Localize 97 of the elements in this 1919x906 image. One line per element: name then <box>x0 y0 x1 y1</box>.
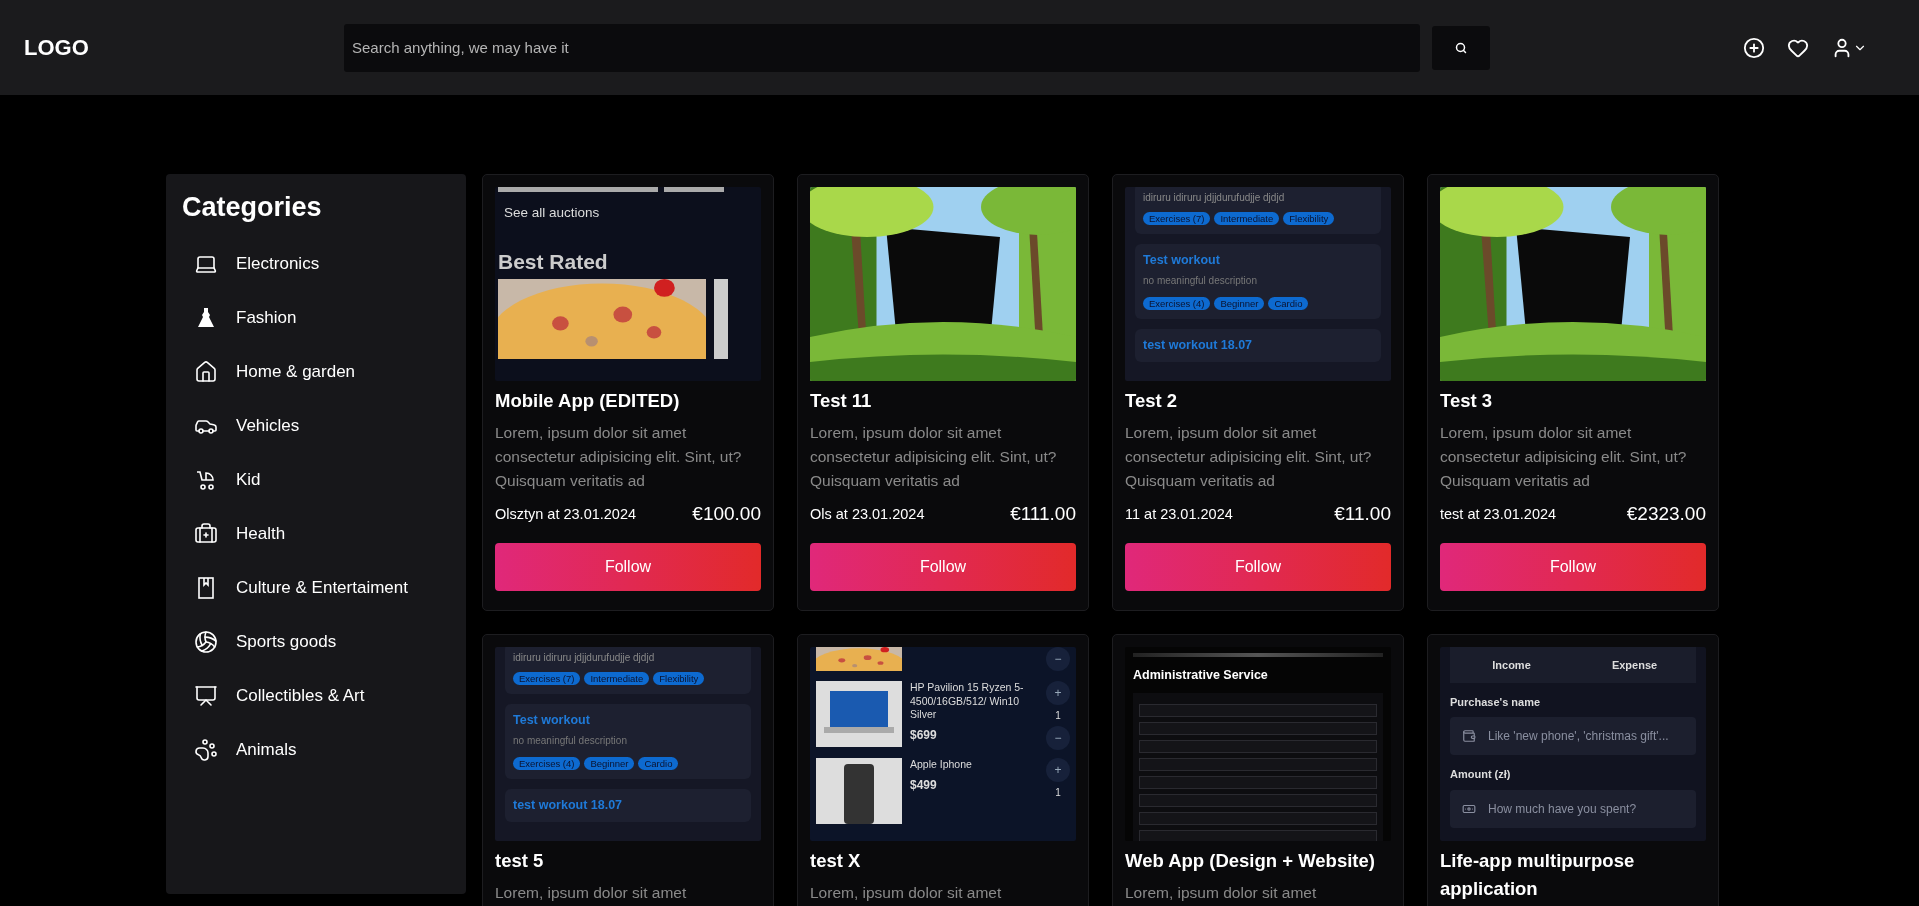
workout-title: Test workout <box>1143 252 1221 269</box>
card-title: test X <box>810 849 862 873</box>
card-title: Life-app multipurpose application <box>1440 849 1636 901</box>
tag: Exercises (4) <box>513 757 581 771</box>
minus-button[interactable]: − <box>1046 726 1070 750</box>
page-heading: Administrative Service <box>1133 667 1269 684</box>
description: no meaningful description <box>513 734 628 748</box>
tag: Flexibility <box>653 672 705 685</box>
product-name: Apple Iphone <box>910 758 973 772</box>
category-item[interactable]: Kid <box>182 453 450 507</box>
wallet-icon <box>1462 729 1476 744</box>
image-strip <box>664 187 724 192</box>
description: no meaningful description <box>1143 274 1258 288</box>
product-card[interactable]: Income Expense Purchase's name Like 'new phone', 'christmas gift'... Amount (zł) How much have you spent? Life-app multipurpose application <box>1427 634 1719 906</box>
easel-icon <box>194 684 218 708</box>
ball-icon <box>194 630 218 654</box>
card-title: Web App (Design + Website) <box>1125 849 1376 873</box>
tag: Intermediate <box>584 672 650 685</box>
location-date: test at 23.01.2024 <box>1440 506 1557 522</box>
product-card[interactable]: See all auctions Best Rated Mobile App (EDITED) Lorem, ipsum dolor sit amet consectetur adipisicing elit. Sint, ut? Quisquam veritatis ad Olsztyn at 23.01.2024 €100.00 Follow <box>482 174 774 611</box>
product-card[interactable]: Test 3 Lorem, ipsum dolor sit amet consectetur adipisicing elit. Sint, ut? Quisquam veritatis ad test at 23.01.2024 €2323.00 Follow <box>1427 174 1719 611</box>
logo[interactable]: LOGO <box>24 34 344 61</box>
category-item[interactable]: Electronics <box>182 237 450 291</box>
product-card[interactable]: idiruru idiruru jdjjdurufudjje djdjd Exercises (7) Intermediate Flexibility Test workout no meaningful description Exercises (4) Beginner Cardio test workout 18.07 test 5 Lorem, ipsum dolor sit amet <box>482 634 774 906</box>
card-title: Test 3 <box>1440 389 1494 413</box>
field-label: Amount (zł) <box>1450 767 1512 782</box>
minus-button[interactable]: − <box>1046 647 1070 671</box>
location-date: 11 at 23.01.2024 <box>1125 506 1233 522</box>
search-field[interactable]: Search anything, we may have it <box>344 23 1420 72</box>
plus-button[interactable]: + <box>1046 758 1070 782</box>
product-name: HP Pavilion 15 Ryzen 5-4500/16GB/512/ Win10 Silver <box>910 681 1025 722</box>
workout-title: test workout 18.07 <box>1143 337 1254 354</box>
category-item[interactable]: Animals <box>182 723 450 777</box>
category-item[interactable]: Collectibles & Art <box>182 669 450 723</box>
category-item[interactable]: Fashion <box>182 291 450 345</box>
house-icon <box>194 360 218 384</box>
panel-title: Categories <box>182 192 323 223</box>
follow-button[interactable]: Follow <box>1440 543 1706 591</box>
section-heading: Best Rated <box>498 248 609 275</box>
product-price: $699 <box>910 727 938 744</box>
card-title: Test 2 <box>1125 389 1179 413</box>
category-item[interactable]: Vehicles <box>182 399 450 453</box>
description: idiruru idiruru jdjjdurufudjje djdjd <box>1143 191 1286 204</box>
quantity: 1 <box>1055 709 1061 722</box>
product-card[interactable] <box>1112 174 1404 611</box>
tag: Exercises (4) <box>1143 297 1211 311</box>
category-item[interactable]: Health <box>182 507 450 561</box>
card-description: Lorem, ipsum dolor sit amet consectetur adipisicing elit. Sint, ut? Quisquam veritatis ad <box>495 423 743 491</box>
field-label: Purchase's name <box>1450 695 1542 710</box>
price: €100.00 <box>692 503 761 525</box>
follow-button[interactable]: Follow <box>1125 543 1391 591</box>
tag: Exercises (7) <box>513 672 581 685</box>
description: idiruru idiruru jdjjdurufudjje djdjd <box>513 651 656 664</box>
tag: Cardio <box>638 757 679 771</box>
product-card[interactable]: − HP Pavilion 15 Ryzen 5-4500/16GB/512/ Win10 Silver $699 + 1 − Apple Iphone $499 + 1 test X Lorem, ipsum dolor sit amet <box>797 634 1089 906</box>
input-field[interactable]: Like 'new phone', 'christmas gift'... <box>1450 717 1696 756</box>
card-description: Lorem, ipsum dolor sit amet <box>495 883 688 903</box>
medical-kit-icon <box>194 522 218 546</box>
tag: Flexibility <box>1283 212 1335 225</box>
plus-button[interactable]: + <box>1046 681 1070 705</box>
location-date: Ols at 23.01.2024 <box>810 506 925 522</box>
quantity: 1 <box>1055 786 1061 799</box>
product-card[interactable]: Administrative Service Web App (Design + Website) Lorem, ipsum dolor sit amet <box>1112 634 1404 906</box>
location-date: Olsztyn at 23.01.2024 <box>495 506 637 522</box>
paw-icon <box>194 738 218 762</box>
card-description: Lorem, ipsum dolor sit amet <box>1125 883 1318 903</box>
workout-title: Test workout <box>513 712 591 729</box>
tag: Cardio <box>1268 297 1309 311</box>
price: €2323.00 <box>1626 503 1706 525</box>
tag: Beginner <box>1214 297 1265 311</box>
workout-title: test workout 18.07 <box>513 797 624 814</box>
card-description: Lorem, ipsum dolor sit amet consectetur adipisicing elit. Sint, ut? Quisquam veritatis ad <box>1440 423 1688 491</box>
product-price: $499 <box>910 777 938 794</box>
product-card[interactable]: Test 11 Lorem, ipsum dolor sit amet consectetur adipisicing elit. Sint, ut? Quisquam veritatis ad Ols at 23.01.2024 €111.00 Follow <box>797 174 1089 611</box>
search-icon <box>1455 41 1467 54</box>
tag: Exercises (7) <box>1143 212 1211 225</box>
price: €11.00 <box>1334 503 1391 525</box>
link[interactable]: See all auctions <box>504 204 755 222</box>
add-button[interactable] <box>1743 36 1765 59</box>
card-title: Mobile App (EDITED) <box>495 389 681 413</box>
tab[interactable]: Expense <box>1573 657 1696 673</box>
category-item[interactable]: Sports goods <box>182 615 450 669</box>
follow-button[interactable]: Follow <box>495 543 761 591</box>
card-title: test 5 <box>495 849 545 873</box>
input-field[interactable]: How much have you spent? <box>1450 789 1696 828</box>
card-description: Lorem, ipsum dolor sit amet consectetur adipisicing elit. Sint, ut? Quisquam veritatis ad <box>810 423 1058 491</box>
plus-circle-icon <box>1743 36 1765 59</box>
category-item[interactable]: Home & garden <box>182 345 450 399</box>
tab[interactable]: Income <box>1450 657 1573 673</box>
tag: Beginner <box>584 757 635 771</box>
follow-button[interactable]: Follow <box>810 543 1076 591</box>
price: €111.00 <box>1010 503 1076 525</box>
card-description: Lorem, ipsum dolor sit amet consectetur adipisicing elit. Sint, ut? Quisquam veritatis ad <box>1125 423 1373 491</box>
card-description: Lorem, ipsum dolor sit amet <box>810 883 1003 903</box>
category-item[interactable]: Culture & Entertaiment <box>182 561 450 615</box>
tag: Intermediate <box>1214 212 1280 225</box>
card-title: Test 11 <box>810 389 873 413</box>
